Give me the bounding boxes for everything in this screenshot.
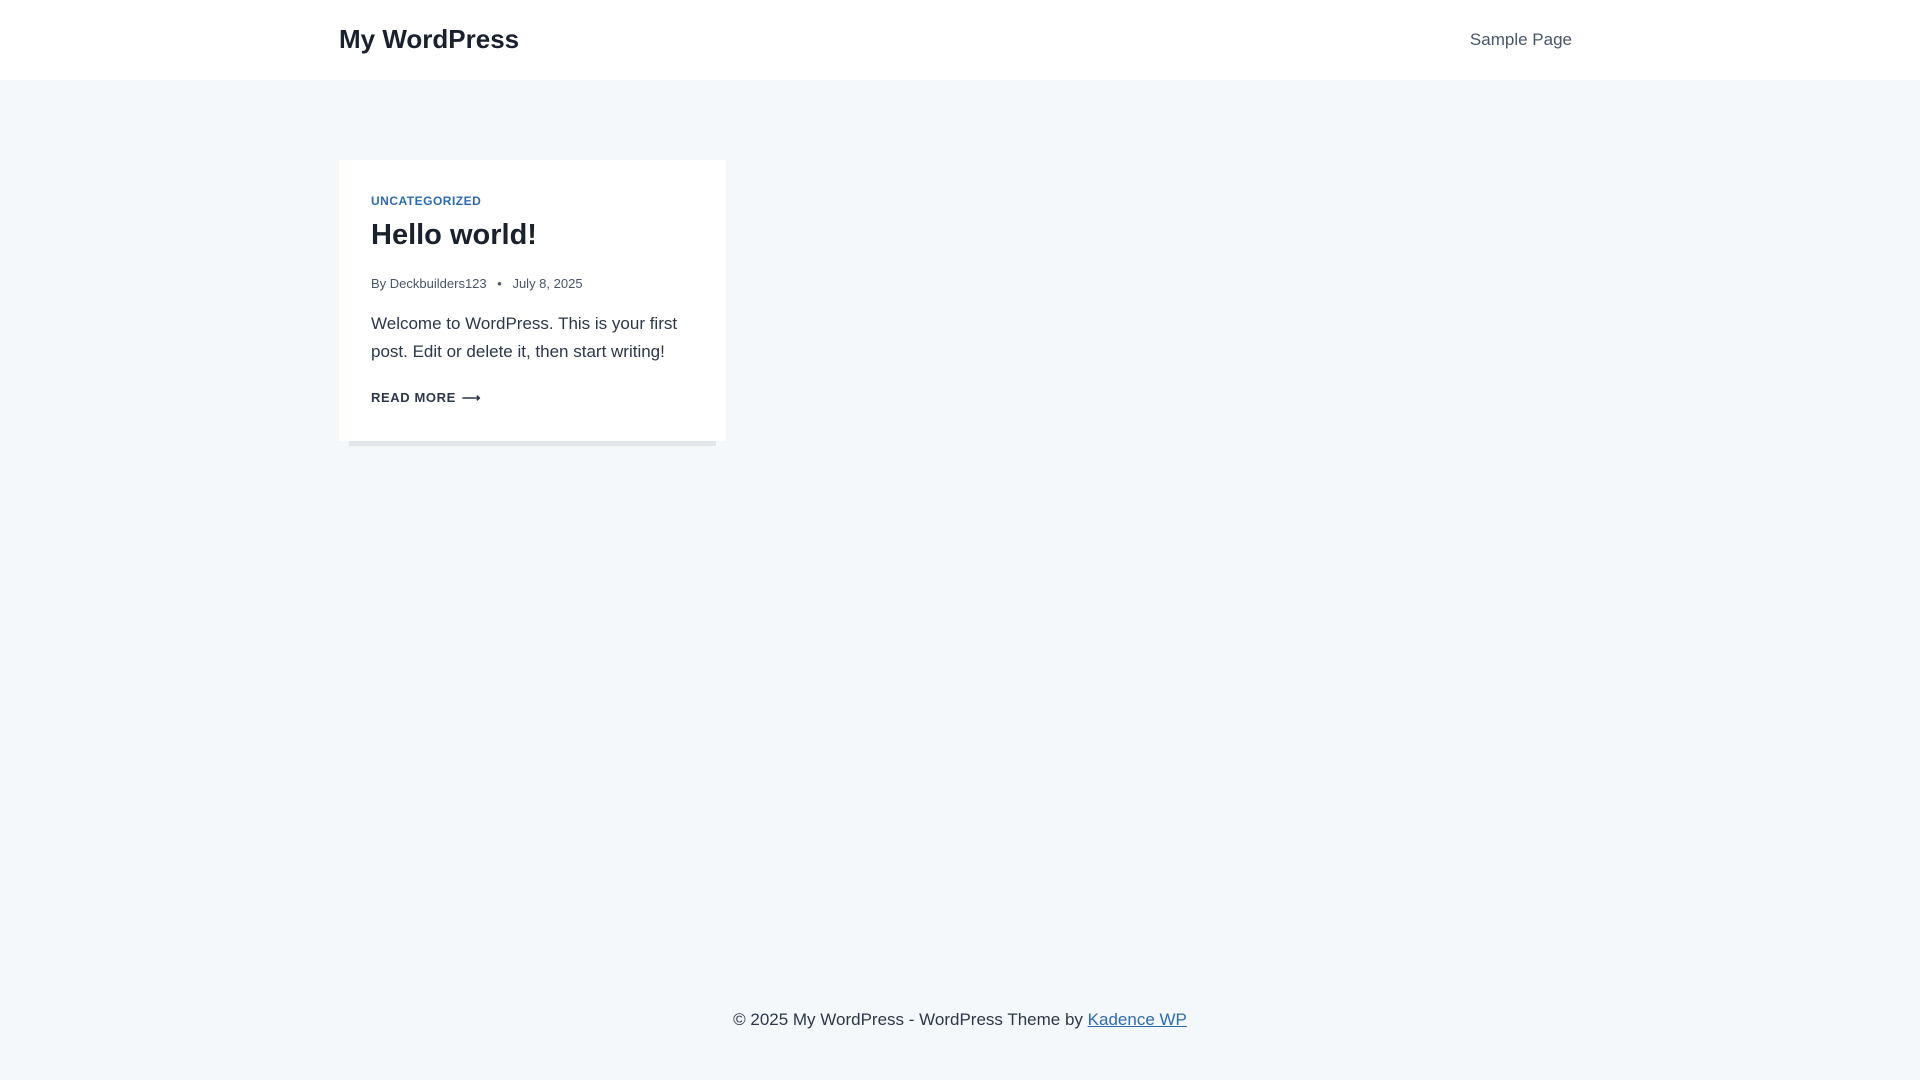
arrow-right-icon: ⟶: [461, 390, 482, 405]
footer-copyright-text: © 2025 My WordPress - WordPress Theme by: [733, 1010, 1083, 1029]
post-title-link[interactable]: Hello world!: [371, 219, 537, 251]
site-footer: © 2025 My WordPress - WordPress Theme by…: [0, 1005, 1920, 1035]
meta-separator: •: [497, 276, 502, 291]
post-date[interactable]: July 8, 2025: [512, 276, 582, 291]
site-title-link[interactable]: My WordPress: [339, 22, 519, 56]
footer-theme-link[interactable]: Kadence WP: [1088, 1010, 1187, 1029]
post-author-link[interactable]: Deckbuilders123: [390, 276, 487, 291]
nav-item-sample-page[interactable]: Sample Page: [1470, 28, 1572, 52]
site-header: My WordPress Sample Page: [0, 0, 1920, 80]
read-more-label: READ MORE: [371, 390, 456, 405]
post-card: UNCATEGORIZED Hello world! By Deckbuilde…: [339, 160, 726, 441]
post-category-link[interactable]: UNCATEGORIZED: [371, 193, 481, 209]
post-meta: By Deckbuilders123 • July 8, 2025: [371, 275, 583, 293]
post-excerpt: Welcome to WordPress. This is your first…: [371, 314, 678, 361]
post-meta-by-label: By: [371, 276, 387, 291]
read-more-link[interactable]: READ MORE ⟶: [371, 389, 481, 407]
post-title[interactable]: Hello world!: [371, 216, 537, 254]
card-shadow-divider: [349, 441, 716, 446]
